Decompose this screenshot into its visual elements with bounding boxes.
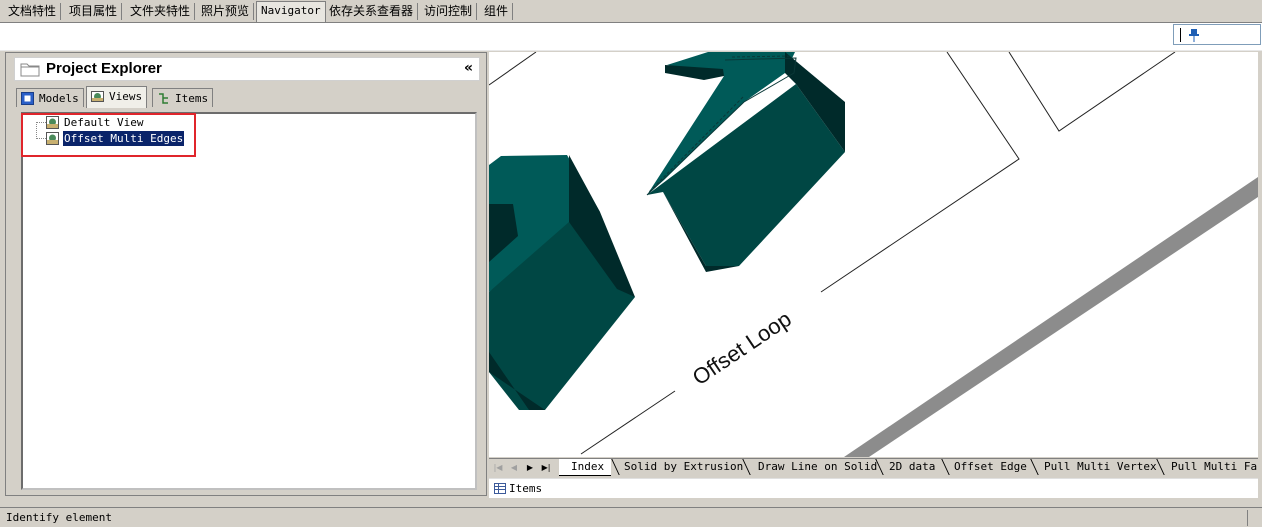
last-sheet-icon[interactable]: ▶| — [539, 461, 553, 474]
folder-icon — [20, 63, 40, 77]
outline-edge — [820, 52, 1020, 293]
view-icon — [46, 116, 59, 129]
tab-photo-preview[interactable]: 照片预览 — [197, 3, 255, 20]
tab-project-properties[interactable]: 项目属性 — [65, 3, 123, 20]
tab-items-label: Items — [175, 92, 209, 105]
pin-icon[interactable] — [1188, 28, 1200, 42]
models-icon — [21, 92, 34, 105]
grid-icon — [494, 483, 506, 494]
status-bar: Identify element — [0, 507, 1262, 527]
items-label: Items — [509, 482, 543, 495]
tab-components[interactable]: 组件 — [480, 3, 514, 20]
model-viewport[interactable]: Offset Loop — [489, 52, 1258, 457]
tab-views-label: Views — [109, 90, 143, 103]
tree-item-label: Default View — [64, 116, 144, 129]
views-icon — [91, 91, 104, 102]
next-sheet-icon[interactable]: ▶ — [523, 461, 537, 474]
sheet-tab-2d-data[interactable]: 2D data — [877, 459, 942, 475]
tree-connector — [36, 138, 46, 139]
status-divider — [1247, 510, 1248, 526]
explorer-title: Project Explorer — [46, 60, 162, 77]
viewport-drawing[interactable]: Offset Loop — [489, 52, 1258, 457]
tab-access-control[interactable]: 访问控制 — [420, 3, 478, 20]
pin-field[interactable] — [1173, 24, 1261, 45]
solid-side-face — [647, 84, 845, 266]
collapse-panel-button[interactable]: « — [464, 58, 473, 78]
explorer-header: Project Explorer « — [14, 57, 480, 81]
sheet-tab-index[interactable]: Index — [559, 459, 612, 476]
top-tab-strip: 文档特性 项目属性 文件夹特性 照片预览 Navigator 依存关系查看器 访… — [0, 0, 1262, 23]
sheet-tab-solid-by-extrusion[interactable]: Solid by Extrusion — [612, 459, 750, 475]
outline-edge — [489, 52, 537, 86]
toolbar-row — [0, 23, 1262, 51]
outline-edge — [1008, 52, 1176, 132]
tree-connector — [36, 122, 37, 139]
tree-item-label: Offset Multi Edges — [61, 130, 186, 147]
view-icon — [46, 132, 59, 145]
tab-folder-properties[interactable]: 文件夹特性 — [126, 3, 196, 20]
project-explorer-panel: Project Explorer « Models Views Items De… — [5, 52, 487, 496]
tab-items[interactable]: Items — [152, 88, 214, 107]
tab-dependency-viewer[interactable]: 依存关系查看器 — [325, 3, 419, 20]
road-stripe — [844, 177, 1258, 457]
status-text: Identify element — [6, 511, 112, 524]
tab-navigator[interactable]: Navigator — [256, 1, 326, 22]
items-bar[interactable]: Items — [489, 478, 1258, 498]
tree-connector — [36, 122, 46, 123]
tab-views[interactable]: Views — [86, 86, 148, 108]
text-caret — [1180, 28, 1181, 42]
tab-models-label: Models — [39, 92, 79, 105]
sheet-tab-draw-line-on-solid[interactable]: Draw Line on Solid — [746, 459, 884, 475]
offset-loop-label: Offset Loop — [688, 306, 796, 390]
sheet-tab-bar: |◀ ◀ ▶ ▶| Index Solid by Extrusion Draw … — [489, 458, 1258, 476]
outline-edge — [580, 390, 676, 455]
sheet-tab-offset-edge[interactable]: Offset Edge — [942, 459, 1034, 475]
items-icon — [159, 93, 168, 104]
sheet-tab-pull-multi-face[interactable]: Pull Multi Fac — [1159, 459, 1258, 475]
prev-sheet-icon[interactable]: ◀ — [507, 461, 521, 474]
tab-document-properties[interactable]: 文档特性 — [4, 3, 62, 20]
first-sheet-icon[interactable]: |◀ — [491, 461, 505, 474]
tab-models[interactable]: Models — [16, 88, 84, 107]
sheet-tab-pull-multi-vertex[interactable]: Pull Multi Vertex — [1032, 459, 1164, 475]
views-tree[interactable]: Default View Offset Multi Edges — [21, 112, 477, 490]
